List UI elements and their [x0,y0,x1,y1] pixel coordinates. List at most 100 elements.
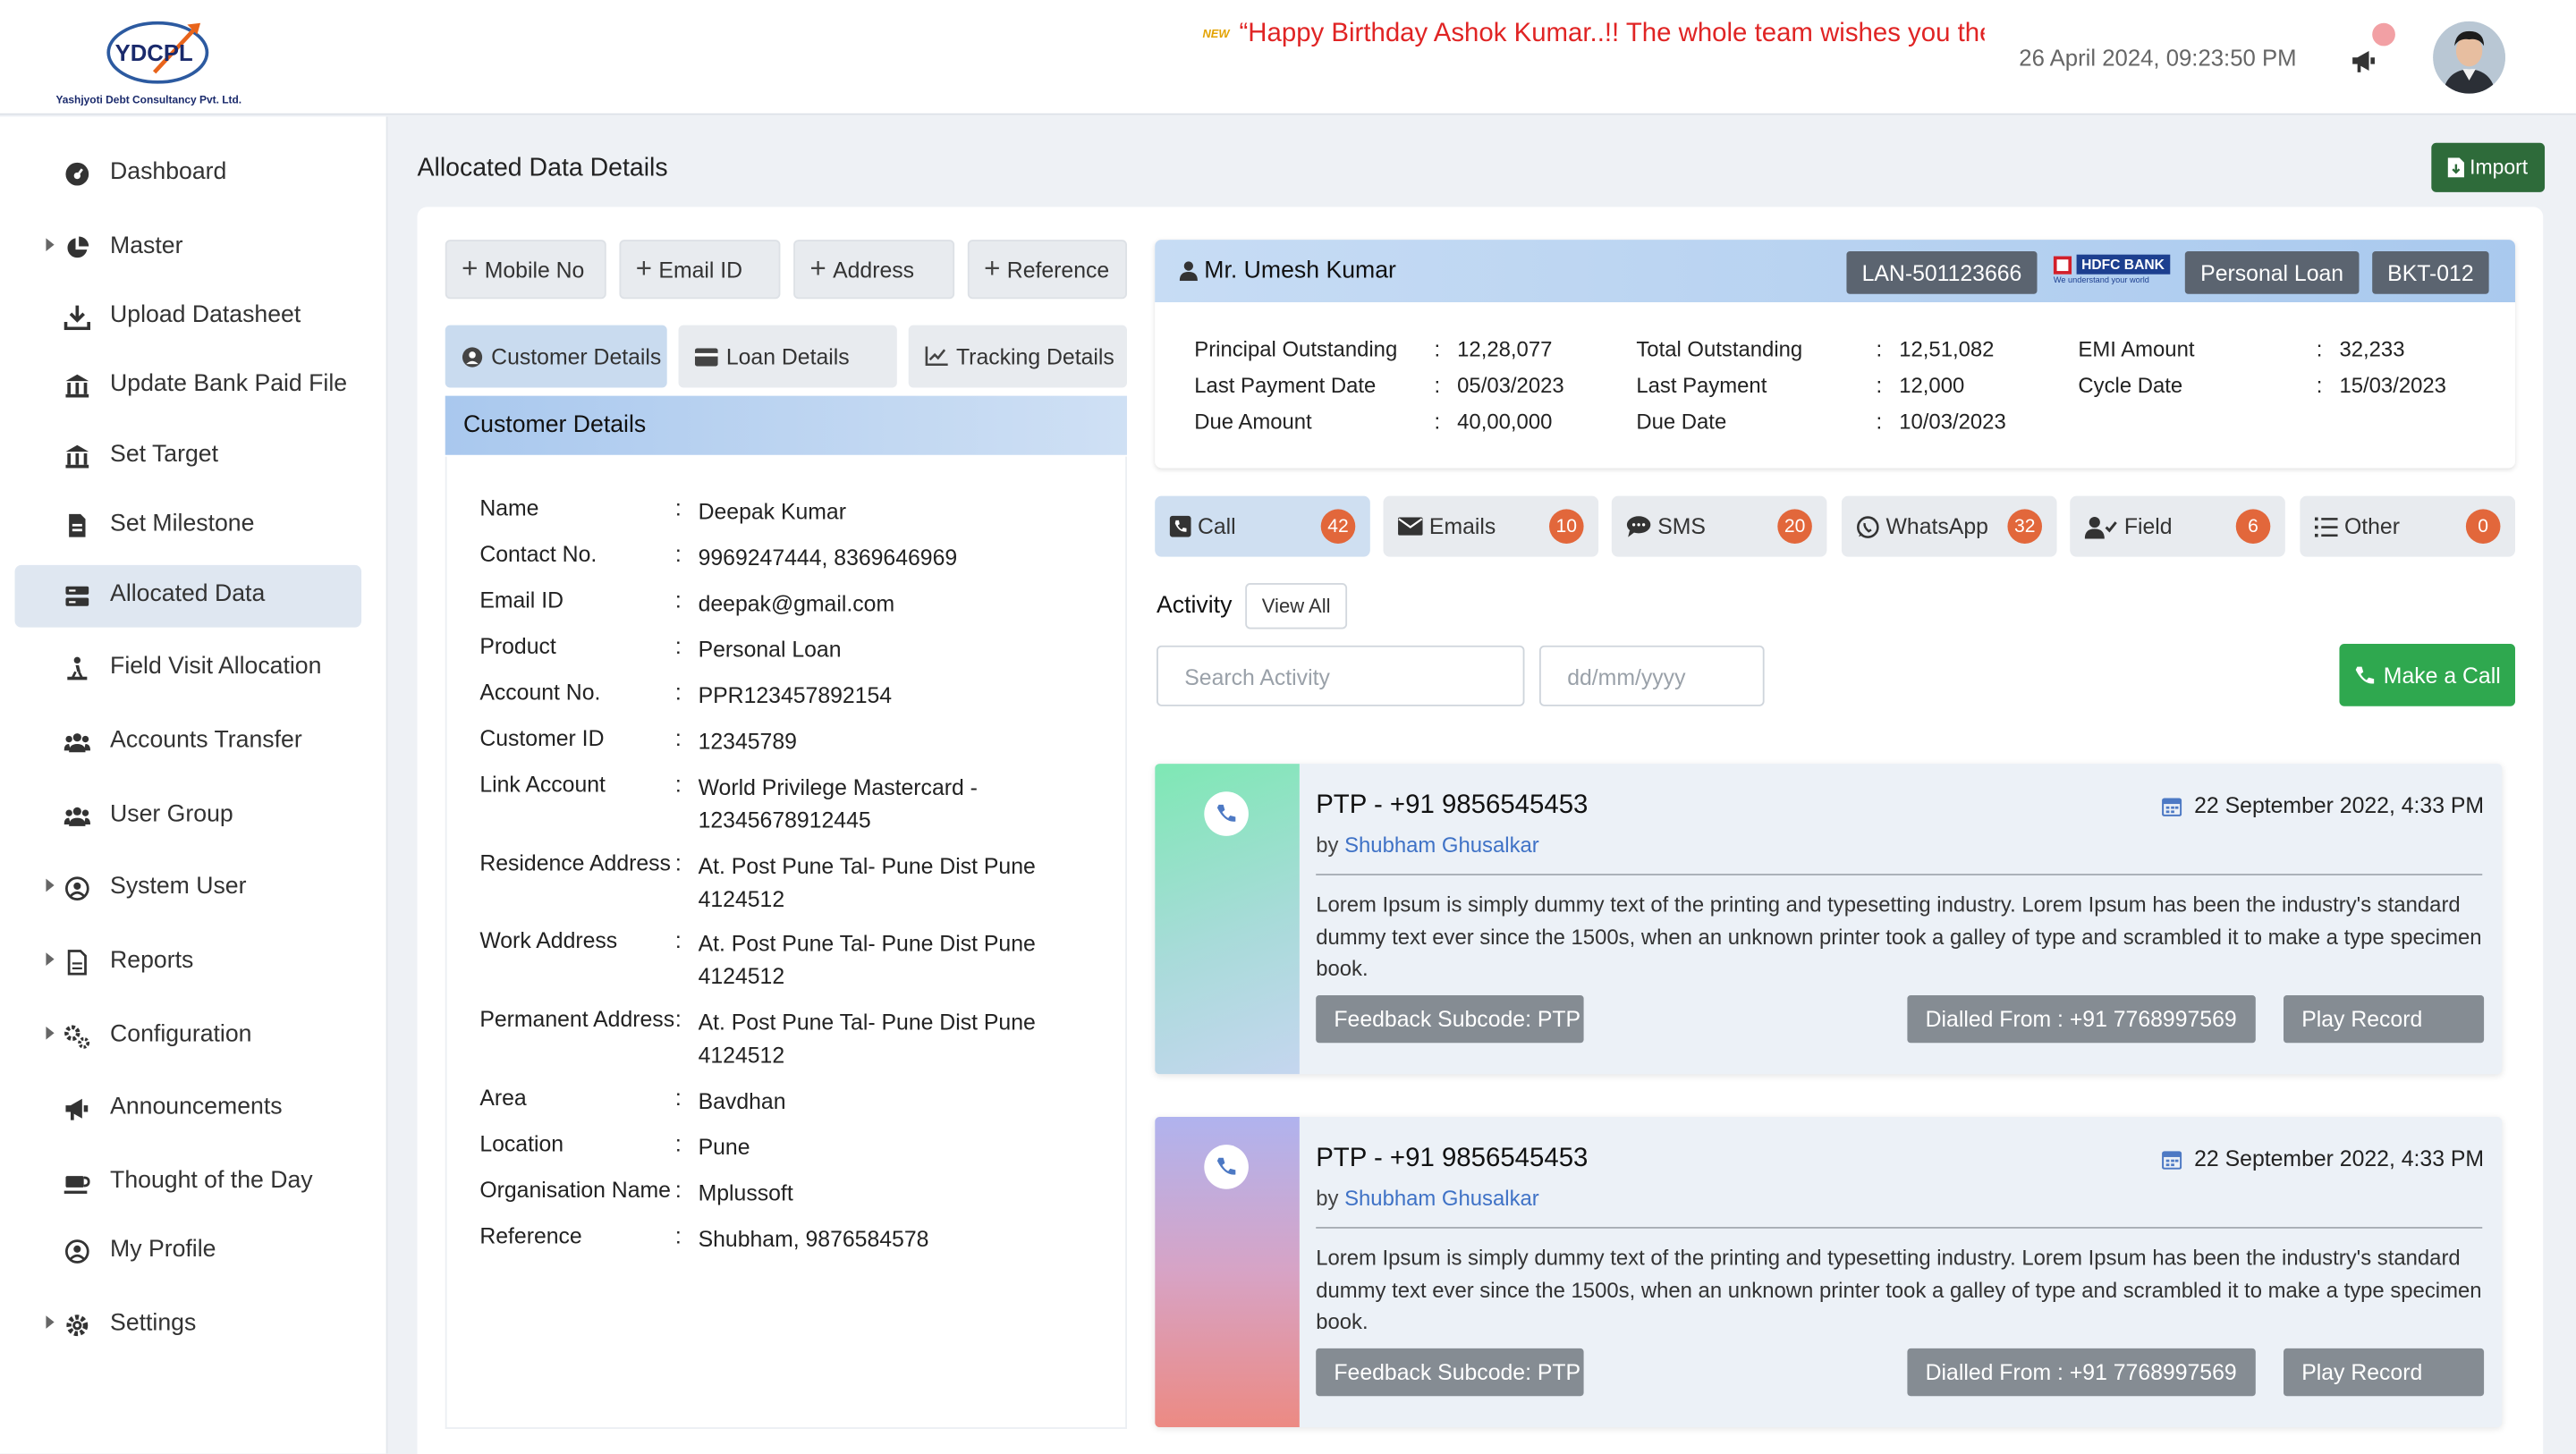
plus-icon: + [809,252,826,284]
gears-icon [64,1025,90,1049]
line-chart-icon [925,346,948,367]
tab-whatsapp[interactable]: WhatsApp 32 [1841,495,2057,557]
separator: : [1434,409,1441,434]
separator: : [674,772,682,797]
tab-customer-details[interactable]: Customer Details [445,325,667,388]
activity-label: Activity [1157,593,1233,620]
sidebar-item-configuration[interactable]: Configuration [15,1005,362,1068]
sidebar-item-update-bank-paid-file[interactable]: Update Bank Paid File [15,355,362,418]
customer-details-heading: Customer Details [445,395,1127,455]
agent-link[interactable]: Shubham Ghusalkar [1344,833,1539,858]
field-value: 12,000 [1899,372,1965,398]
tab-field[interactable]: Field 6 [2070,495,2285,557]
field-value: 12,51,082 [1899,336,1995,362]
company-logo[interactable]: YDCPL Yashjyoti Debt Consultancy Pvt. Lt… [55,10,262,106]
pie-chart-icon [67,236,89,258]
activity-description: Lorem Ipsum is simply dummy text of the … [1316,892,2482,981]
user-circle-icon [65,1239,89,1264]
users-icon [64,807,91,826]
agent-link[interactable]: Shubham Ghusalkar [1344,1186,1539,1211]
sidebar-item-announcements[interactable]: Announcements [15,1078,362,1140]
bank-icon [65,444,89,469]
sidebar-item-thought-of-the-day[interactable]: Thought of the Day [15,1152,362,1214]
count-badge: 32 [2007,509,2043,544]
separator: : [674,725,682,751]
tab-label: Customer Details [491,343,662,369]
customer-name: Mr. Umesh Kumar [1179,258,1396,284]
detail-value: Bavdhan [698,1088,786,1114]
bank-icon [65,374,89,398]
sidebar-item-set-milestone[interactable]: Set Milestone [15,495,362,557]
credit-card-icon [694,347,718,366]
sidebar-item-upload-datasheet[interactable]: Upload Datasheet [15,286,362,349]
by-prefix: by [1316,833,1339,858]
add-address-button[interactable]: + Address [793,240,955,300]
detail-value: deepak@gmail.com [698,591,895,616]
tab-tracking-details[interactable]: Tracking Details [908,325,1127,388]
tab-emails[interactable]: Emails 10 [1383,495,1599,557]
add-email-button[interactable]: + Email ID [619,240,781,300]
sidebar-item-set-target[interactable]: Set Target [15,426,362,488]
database-icon [65,586,89,606]
sidebar-item-dashboard[interactable]: Dashboard [15,143,362,206]
tab-other[interactable]: Other 0 [2300,495,2515,557]
megaphone-icon [2352,50,2375,72]
bank-mark [2053,255,2072,274]
make-call-button[interactable]: Make a Call [2339,643,2515,706]
field-key: Last Payment [1636,372,1767,398]
import-button[interactable]: Import [2431,142,2546,192]
announcement-ticker[interactable]: NEW “Happy Birthday Ashok Kumar..!! The w… [1202,20,1984,55]
add-reference-button[interactable]: + Reference [967,240,1127,300]
file-import-icon [2448,157,2465,178]
sidebar-item-field-visit-allocation[interactable]: Field Visit Allocation [15,638,362,700]
sidebar-item-label: Settings [110,1310,197,1338]
tab-loan-details[interactable]: Loan Details [678,325,897,388]
separator: : [674,1006,682,1032]
tab-label: Other [2343,513,2400,539]
activity-by: by Shubham Ghusalkar [1316,1186,1539,1211]
sidebar-item-label: Field Visit Allocation [110,654,322,681]
user-avatar[interactable] [2433,21,2505,94]
field-value: 32,233 [2339,336,2405,362]
field-value: 40,00,000 [1457,409,1553,434]
play-record-button[interactable]: Play Record [2284,1348,2485,1397]
bank-logo-row: HDFC BANK [2053,254,2172,275]
sidebar-item-accounts-transfer[interactable]: Accounts Transfer [15,711,362,773]
bank-tagline: We understand your world [2053,275,2149,286]
sidebar-item-system-user[interactable]: System User [15,858,362,920]
phone-glyph [1216,1157,1236,1175]
sidebar-item-user-group[interactable]: User Group [15,785,362,848]
separator: : [1876,336,1883,362]
add-mobile-button[interactable]: + Mobile No [445,240,606,300]
separator: : [1876,372,1883,398]
view-all-button[interactable]: View All [1245,583,1348,630]
sidebar-item-master[interactable]: Master [15,216,362,279]
calendar-icon [2161,1150,2182,1169]
search-activity-input[interactable]: Search Activity [1157,645,1525,706]
detail-value: 9969247444, 8369646969 [698,545,958,571]
separator: : [674,633,682,659]
sidebar-item-label: Announcements [110,1094,283,1120]
caret-right-icon [46,238,55,252]
sidebar-item-label: System User [110,874,247,900]
activity-description: Lorem Ipsum is simply dummy text of the … [1316,1245,2482,1334]
tab-sms[interactable]: SMS 20 [1611,495,1827,557]
list-icon [2314,516,2338,537]
announcement-button[interactable] [2346,22,2395,72]
sidebar-item-reports[interactable]: Reports [15,931,362,993]
activity-card[interactable]: PTP - +91 9856545453 by Shubham Ghusalka… [1155,764,2503,1075]
sidebar-item-label: Set Milestone [110,511,255,537]
detail-key: Name [479,495,539,521]
tab-call[interactable]: Call 42 [1155,495,1370,557]
top-bar: YDCPL Yashjyoti Debt Consultancy Pvt. Lt… [0,0,2576,115]
date-input[interactable]: dd/mm/yyyy [1538,645,1765,706]
count-badge: 6 [2235,509,2271,544]
play-record-button[interactable]: Play Record [2284,995,2485,1044]
sidebar-item-my-profile[interactable]: My Profile [15,1221,362,1283]
detail-key: Area [479,1086,527,1111]
sidebar-item-settings[interactable]: Settings [15,1294,362,1357]
page-title: Allocated Data Details [417,154,668,182]
field-value: 05/03/2023 [1457,372,1564,398]
activity-card[interactable]: PTP - +91 9856545453 by Shubham Ghusalka… [1155,1116,2503,1428]
sidebar-item-allocated-data[interactable]: Allocated Data [14,564,362,628]
